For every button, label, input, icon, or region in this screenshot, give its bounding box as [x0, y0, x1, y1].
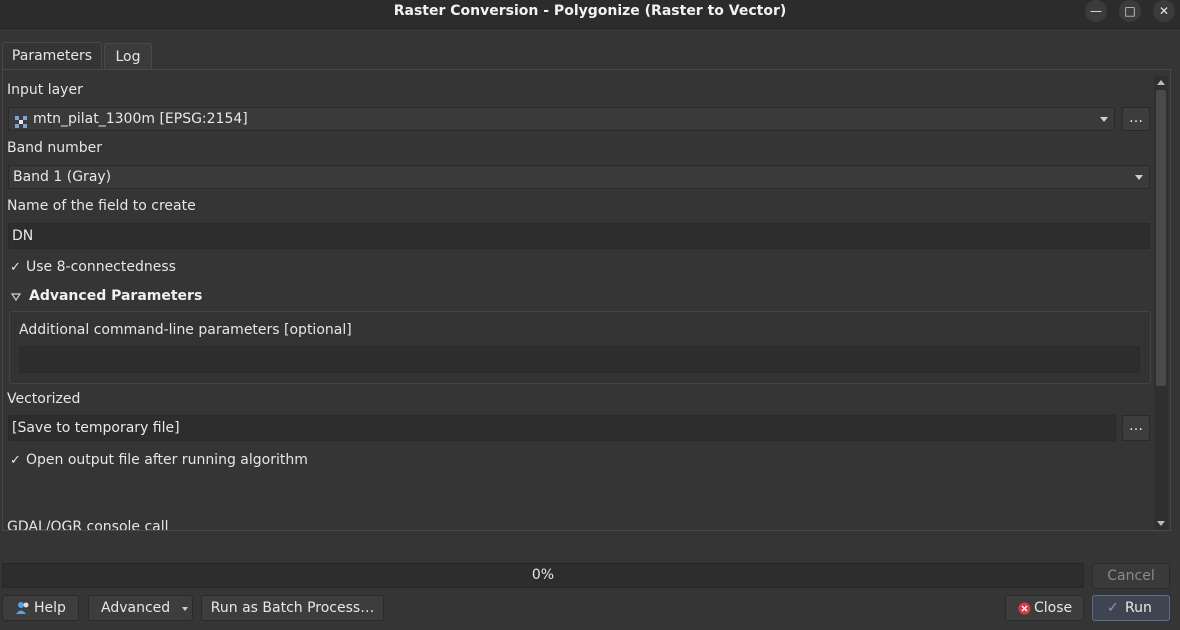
- maximize-button[interactable]: □: [1119, 0, 1141, 22]
- minimize-icon: —: [1090, 4, 1102, 18]
- tab-log-label: Log: [115, 49, 141, 65]
- parameters-panel: Input layer mtn_pilat_1300m [EPSG:2154] …: [2, 69, 1171, 531]
- band-number-value: Band 1 (Gray): [13, 169, 112, 185]
- help-icon: [16, 602, 29, 614]
- console-call-label: GDAL/OGR console call: [7, 519, 169, 531]
- cancel-button[interactable]: Cancel: [1092, 563, 1170, 589]
- progress-text: 0%: [531, 567, 555, 583]
- close-circle-icon: [1018, 602, 1031, 615]
- open-output-checkbox[interactable]: ✓: [10, 453, 21, 468]
- minimize-button[interactable]: —: [1085, 0, 1107, 22]
- connectedness-checkbox[interactable]: ✓: [10, 260, 21, 275]
- tab-log[interactable]: Log: [104, 43, 152, 70]
- chevron-down-icon: [1100, 117, 1108, 122]
- progress-bar: 0%: [2, 563, 1084, 588]
- vectorized-label: Vectorized: [7, 391, 81, 407]
- window-title: Raster Conversion - Polygonize (Raster t…: [393, 3, 787, 19]
- run-check-icon: ✓: [1107, 600, 1119, 616]
- field-name-label: Name of the field to create: [7, 198, 196, 214]
- vertical-scrollbar[interactable]: [1154, 76, 1168, 530]
- advanced-dropdown-icon: [182, 607, 188, 611]
- scroll-up-icon[interactable]: [1157, 80, 1165, 85]
- band-number-label: Band number: [7, 140, 103, 156]
- close-label: Close: [1034, 600, 1073, 616]
- vectorized-output-input[interactable]: [Save to temporary file]: [8, 415, 1116, 441]
- title-bar: Raster Conversion - Polygonize (Raster t…: [0, 0, 1180, 29]
- help-label: Help: [34, 600, 66, 616]
- close-window-button[interactable]: ✕: [1153, 0, 1175, 22]
- input-layer-combo[interactable]: mtn_pilat_1300m [EPSG:2154]: [8, 107, 1115, 131]
- raster-layer-icon: [15, 113, 27, 128]
- advanced-parameters-header: Advanced Parameters: [29, 288, 203, 304]
- input-layer-label: Input layer: [7, 82, 83, 98]
- tab-parameters-label: Parameters: [11, 48, 93, 64]
- field-name-input[interactable]: DN: [8, 223, 1150, 249]
- run-label: Run: [1125, 600, 1152, 616]
- connectedness-label[interactable]: Use 8-connectedness: [26, 259, 176, 275]
- run-as-batch-button[interactable]: Run as Batch Process…: [201, 595, 384, 621]
- advanced-parameters-group: Additional command-line parameters [opti…: [9, 311, 1151, 384]
- extra-params-label: Additional command-line parameters [opti…: [19, 322, 352, 338]
- vectorized-browse-button[interactable]: …: [1122, 415, 1150, 441]
- input-layer-browse-button[interactable]: …: [1122, 107, 1150, 131]
- run-button[interactable]: ✓ Run: [1092, 595, 1170, 621]
- tab-parameters[interactable]: Parameters: [2, 42, 102, 71]
- collapse-triangle-icon: [11, 293, 21, 301]
- close-button[interactable]: Close: [1005, 595, 1084, 621]
- extra-params-input[interactable]: [19, 346, 1140, 373]
- scrollbar-thumb[interactable]: [1156, 90, 1166, 386]
- advanced-label: Advanced: [101, 600, 171, 616]
- scroll-down-icon[interactable]: [1157, 521, 1165, 526]
- close-icon: ✕: [1158, 4, 1170, 18]
- open-output-label[interactable]: Open output file after running algorithm: [26, 452, 308, 468]
- input-layer-value: mtn_pilat_1300m [EPSG:2154]: [33, 111, 248, 127]
- help-button[interactable]: Help: [2, 595, 79, 621]
- band-number-combo[interactable]: Band 1 (Gray): [8, 165, 1150, 189]
- chevron-down-icon: [1135, 175, 1143, 180]
- maximize-icon: □: [1124, 4, 1136, 18]
- advanced-button[interactable]: Advanced: [88, 595, 193, 621]
